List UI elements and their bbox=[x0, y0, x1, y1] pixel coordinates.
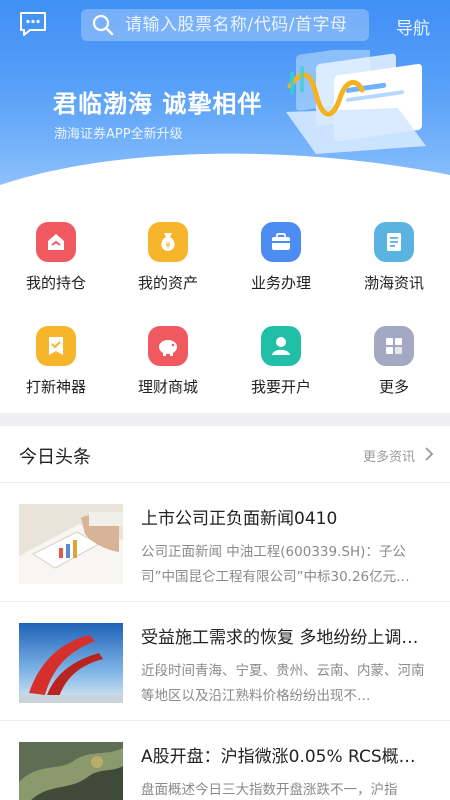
news-item-summary: 公司正面新闻 中油工程(600339.SH)：子公司”中国昆仑工程有限公司”中标… bbox=[141, 544, 410, 585]
holdings-icon bbox=[36, 222, 76, 262]
news-item-summary: 近段时间青海、宁夏、贵州、云南、内蒙、河南等地区以及沿江熟料价格纷纷出现不… bbox=[141, 663, 425, 704]
feature-grid: 我的持仓 ¥ 我的资产 业务办理 渤海资讯 打新神器 理财商城 我要开户 更多 bbox=[0, 205, 450, 413]
news-thumbnail bbox=[19, 504, 123, 584]
search-input[interactable] bbox=[125, 9, 369, 41]
more-news-link[interactable]: 更多资讯 bbox=[363, 446, 415, 465]
banner-pager-indicator bbox=[219, 171, 231, 174]
grid-item-wealth-shop[interactable]: 理财商城 bbox=[112, 309, 224, 409]
ipo-icon bbox=[36, 326, 76, 366]
banner-subtitle: 渤海证券APP全新升级 bbox=[54, 127, 183, 142]
message-icon[interactable] bbox=[18, 10, 48, 38]
search-bar[interactable] bbox=[81, 9, 369, 41]
grid-item-business[interactable]: 业务办理 bbox=[225, 205, 337, 305]
news-icon bbox=[374, 222, 414, 262]
grid-item-holdings[interactable]: 我的持仓 bbox=[0, 205, 112, 305]
top-banner[interactable]: 导航 君临渤海 诚挚相伴 渤海证券APP全新升级 bbox=[0, 0, 450, 205]
news-list-item[interactable]: 上市公司正负面新闻0410 公司正面新闻 中油工程(600339.SH)：子公司… bbox=[0, 484, 450, 602]
grid-item-label: 渤海资讯 bbox=[363, 274, 424, 292]
search-icon bbox=[91, 13, 115, 37]
open-account-icon bbox=[261, 326, 301, 366]
laptop-chart-illustration bbox=[286, 50, 426, 154]
news-thumbnail bbox=[19, 742, 123, 800]
more-grid-icon bbox=[374, 326, 414, 366]
grid-item-label: 更多 bbox=[378, 378, 409, 396]
news-item-title: 上市公司正负面新闻0410 bbox=[141, 509, 338, 529]
chevron-right-icon[interactable] bbox=[423, 445, 435, 463]
news-section-title: 今日头条 bbox=[19, 447, 91, 468]
news-item-summary: 盘面概述今日三大指数开盘涨跌不一，沪指 bbox=[141, 782, 398, 798]
news-section-header: 今日头条 更多资讯 bbox=[0, 426, 450, 483]
grid-item-label: 理财商城 bbox=[137, 378, 198, 396]
grid-item-ipo[interactable]: 打新神器 bbox=[0, 309, 112, 409]
grid-item-label: 打新神器 bbox=[25, 378, 86, 396]
grid-item-label: 我要开户 bbox=[250, 378, 311, 396]
grid-item-label: 业务办理 bbox=[250, 274, 311, 292]
grid-item-assets[interactable]: ¥ 我的资产 bbox=[112, 205, 224, 305]
business-icon bbox=[261, 222, 301, 262]
wealth-shop-icon bbox=[148, 326, 188, 366]
news-list-item[interactable]: 受益施工需求的恢复 多地纷纷上调… 近段时间青海、宁夏、贵州、云南、内蒙、河南等… bbox=[0, 603, 450, 721]
banner-title: 君临渤海 诚挚相伴 bbox=[53, 90, 263, 118]
grid-item-label: 我的资产 bbox=[137, 274, 198, 292]
svg-text:¥: ¥ bbox=[165, 241, 171, 251]
news-item-title: A股开盘：沪指微涨0.05% RCS概… bbox=[141, 747, 416, 767]
assets-icon: ¥ bbox=[148, 222, 188, 262]
grid-item-news[interactable]: 渤海资讯 bbox=[338, 205, 450, 305]
navigation-link[interactable]: 导航 bbox=[396, 14, 430, 39]
grid-item-open-account[interactable]: 我要开户 bbox=[225, 309, 337, 409]
section-divider bbox=[0, 413, 450, 426]
grid-item-label: 我的持仓 bbox=[25, 274, 86, 292]
news-list-item[interactable]: A股开盘：沪指微涨0.05% RCS概… 盘面概述今日三大指数开盘涨跌不一，沪指 bbox=[0, 722, 450, 800]
news-item-title: 受益施工需求的恢复 多地纷纷上调… bbox=[141, 628, 419, 648]
grid-item-more[interactable]: 更多 bbox=[338, 309, 450, 409]
news-thumbnail bbox=[19, 623, 123, 703]
